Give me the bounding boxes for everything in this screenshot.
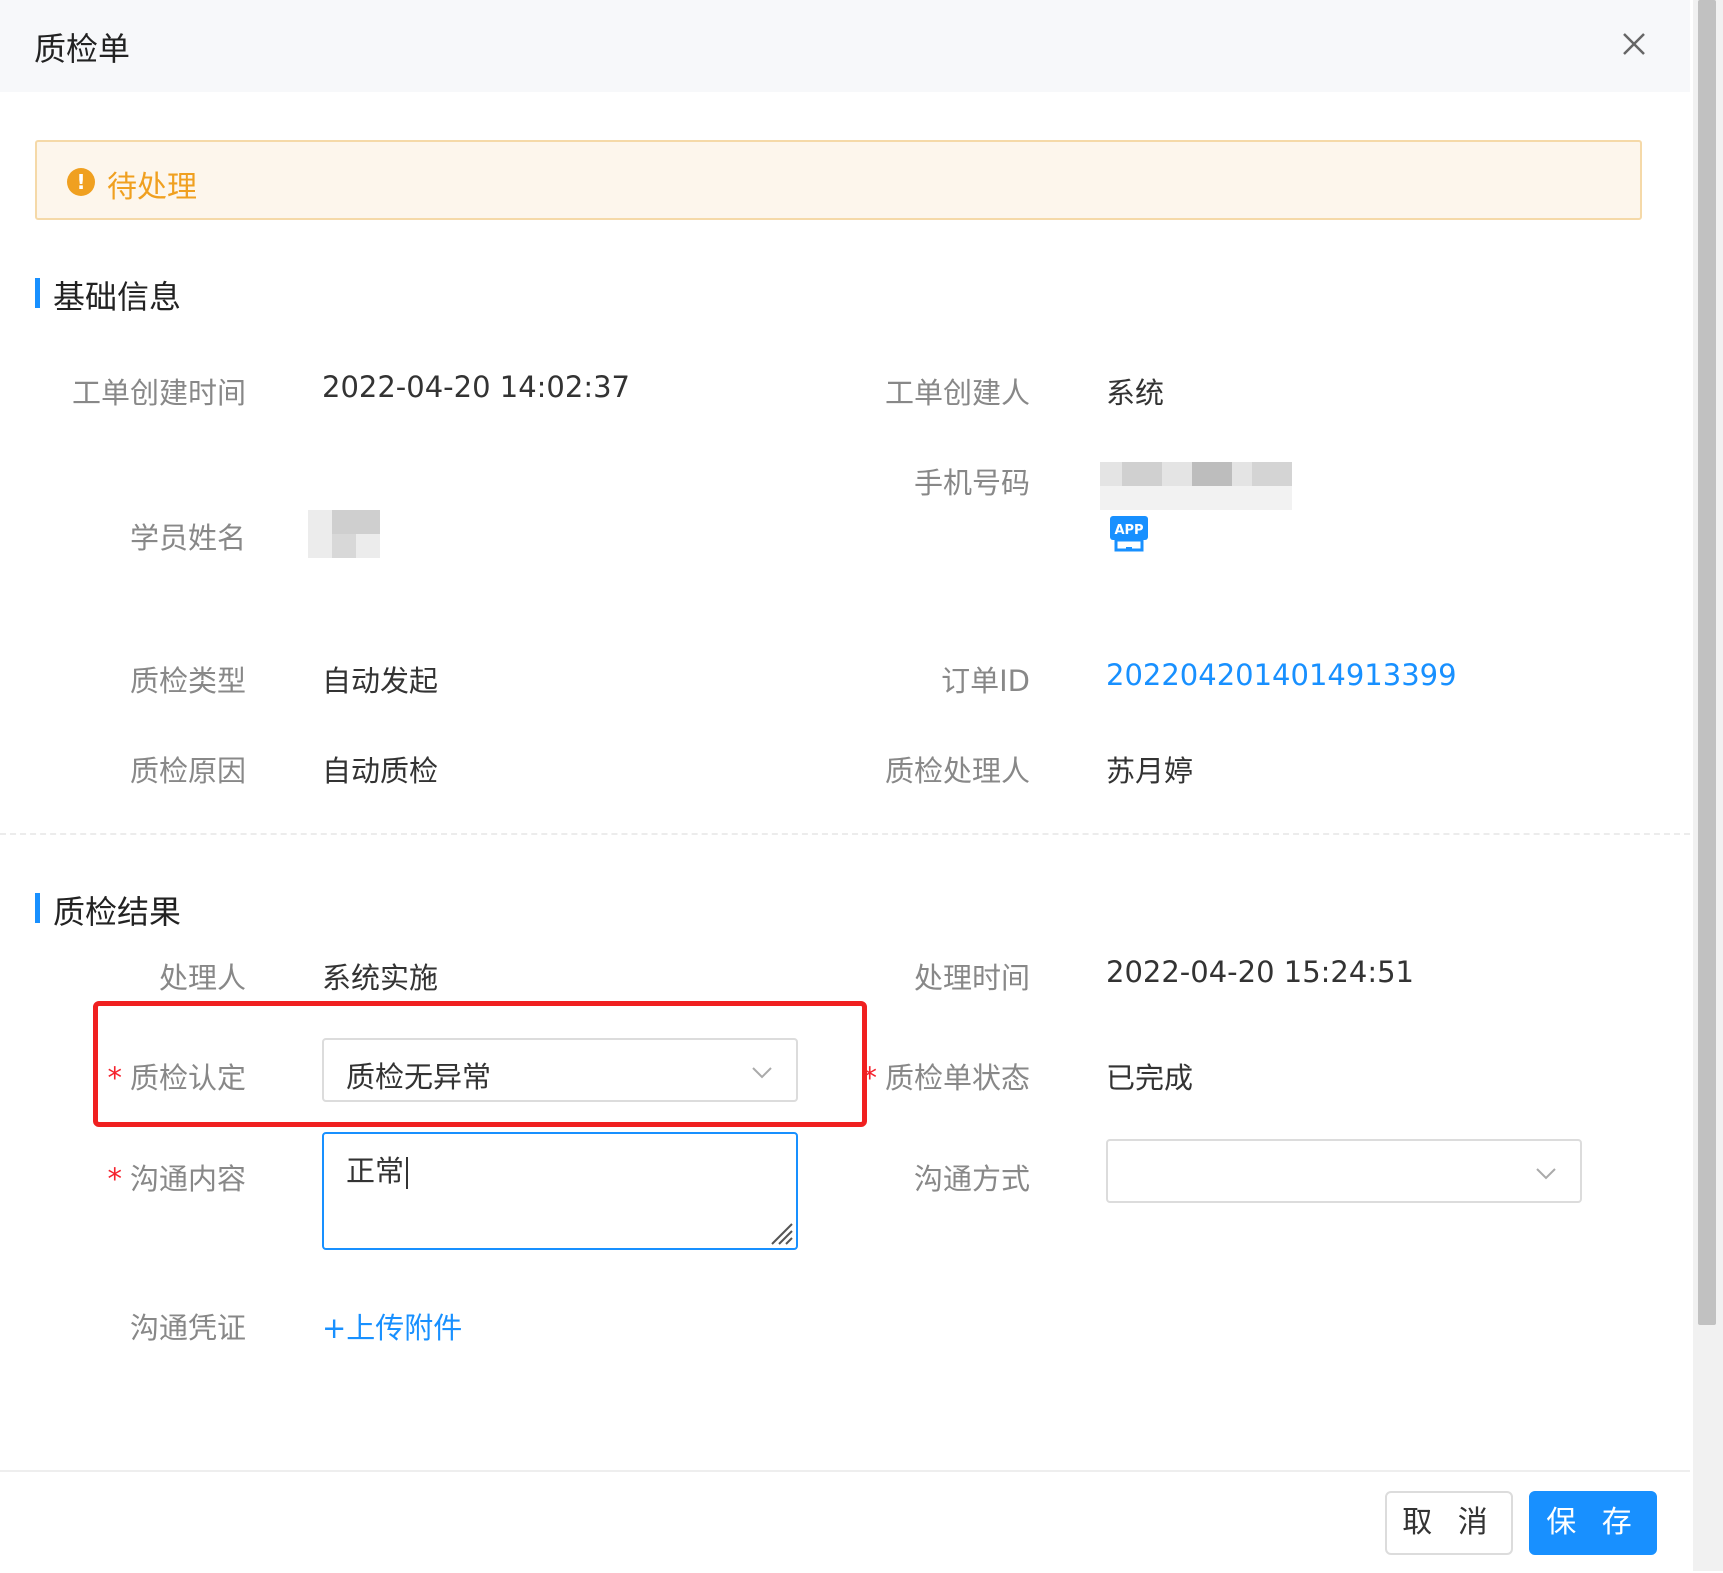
qc-status-label: * 质检单状态 (862, 1055, 1030, 1097)
process-time-value: 2022-04-20 15:24:51 (1106, 955, 1414, 989)
upload-attachment-link[interactable]: +上传附件 (322, 1305, 462, 1347)
chevron-down-icon (1536, 1168, 1556, 1180)
processor-label: 处理人 (158, 961, 246, 995)
app-icon: APP (1110, 516, 1148, 552)
close-button[interactable] (1616, 26, 1652, 62)
required-mark: * (107, 1162, 122, 1196)
drawer-title: 质检单 (34, 30, 131, 68)
cancel-button[interactable]: 取 消 (1385, 1491, 1513, 1555)
comm-method-label: 沟通方式 (913, 1162, 1030, 1196)
phone-label: 手机号码 (913, 466, 1030, 500)
qc-reason-label: 质检原因 (129, 754, 246, 788)
student-name-redacted (308, 510, 380, 558)
order-id-label: 订单ID (941, 664, 1030, 698)
qc-reason-value: 自动质检 (322, 754, 439, 788)
app-badge-text: APP (1114, 523, 1143, 538)
creator-label: 工单创建人 (884, 376, 1030, 410)
qc-type-value: 自动发起 (322, 664, 439, 698)
section-divider (0, 833, 1690, 835)
status-alert: ! 待处理 (35, 140, 1642, 220)
section-title-qc-result: 质检结果 (35, 887, 181, 933)
close-icon (1623, 33, 1645, 55)
qc-status-value: 已完成 (1106, 1061, 1194, 1095)
section-title-basic-info: 基础信息 (35, 272, 181, 318)
comm-content-label: * 沟通内容 (107, 1156, 246, 1198)
qc-type-label: 质检类型 (129, 664, 246, 698)
comm-content-textarea[interactable]: 正常 (322, 1132, 798, 1250)
annotation-highlight-box (93, 1001, 867, 1127)
create-time-label: 工单创建时间 (71, 376, 246, 410)
drawer-header: 质检单 (0, 0, 1690, 92)
student-name-label: 学员姓名 (129, 521, 246, 555)
quality-check-drawer: 质检单 ! 待处理 基础信息 工单创建时间 2022-04-20 14:02:3… (0, 0, 1690, 1573)
order-id-link[interactable]: 2022042014014913399 (1106, 658, 1457, 692)
comm-proof-label: 沟通凭证 (129, 1311, 246, 1345)
comm-method-select[interactable] (1106, 1139, 1582, 1203)
comm-content-text: 正常 (346, 1154, 405, 1188)
processor-value: 系统实施 (322, 961, 439, 995)
phone-value-redacted (1100, 462, 1292, 510)
resize-handle-icon[interactable] (766, 1218, 794, 1246)
warning-icon: ! (67, 168, 95, 196)
alert-text: 待处理 (107, 170, 197, 205)
process-time-label: 处理时间 (913, 961, 1030, 995)
qc-status-label-text: 质检单状态 (884, 1061, 1030, 1095)
comm-content-label-text: 沟通内容 (129, 1162, 246, 1196)
create-time-value: 2022-04-20 14:02:37 (322, 370, 630, 404)
qc-handler-label: 质检处理人 (884, 754, 1030, 788)
qc-handler-value: 苏月婷 (1106, 754, 1194, 788)
save-button[interactable]: 保 存 (1529, 1491, 1657, 1555)
creator-value: 系统 (1106, 376, 1165, 410)
text-caret (406, 1157, 409, 1189)
scrollbar-thumb[interactable] (1698, 0, 1716, 1325)
